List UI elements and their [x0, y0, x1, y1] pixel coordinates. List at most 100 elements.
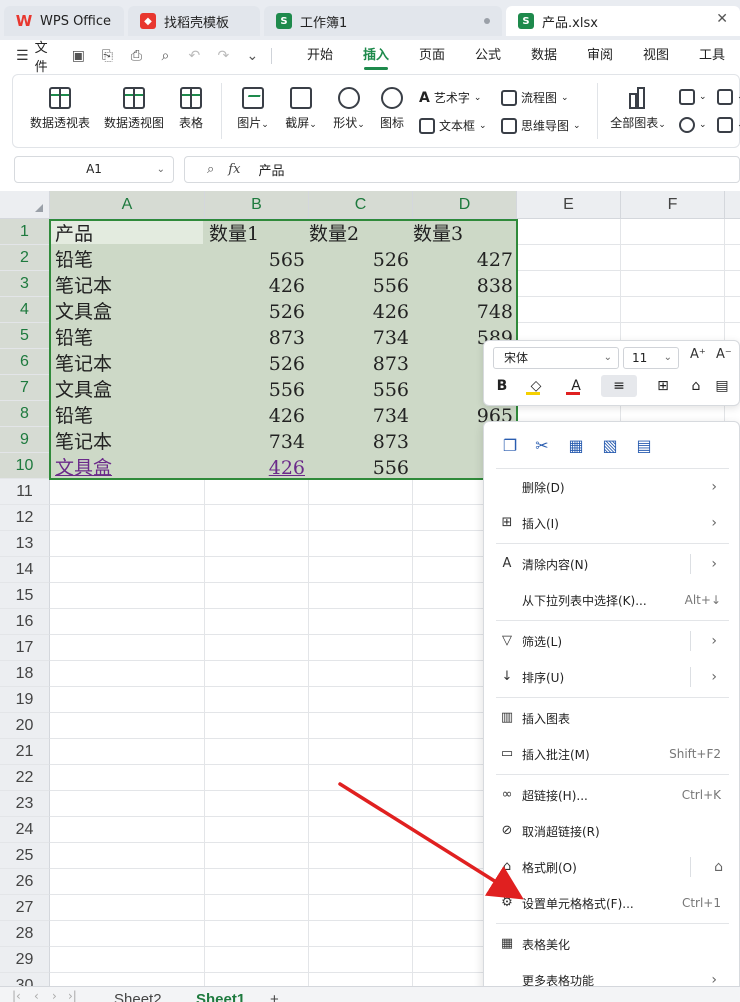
table-cell[interactable]: 铅笔	[55, 325, 203, 351]
menu-item-remove-hyperlink[interactable]: ⊘ 取消超链接(R)	[484, 813, 740, 849]
font-size-select[interactable]: 11 ⌄	[623, 347, 679, 369]
menu-item-pick-from-list[interactable]: 从下拉列表中选择(K)... Alt+↓	[484, 582, 740, 618]
next-sheet-icon[interactable]: ›	[52, 989, 57, 1002]
table-cell[interactable]: 734	[209, 429, 305, 455]
row-header[interactable]: 8	[0, 401, 50, 427]
table-cell[interactable]: 笔记本	[55, 351, 203, 377]
add-sheet-icon[interactable]: +	[270, 991, 279, 1002]
hamburger-menu-icon[interactable]: ☰	[16, 48, 29, 64]
row-header[interactable]: 24	[0, 817, 50, 843]
print-icon[interactable]: ⎙	[127, 48, 145, 64]
textbox-button[interactable]: 文本框 ⌄	[419, 117, 487, 134]
table-cell[interactable]: 数量2	[309, 221, 409, 247]
table-cell[interactable]: 数量1	[209, 221, 305, 247]
formula-bar[interactable]: ⌕ fx 产品	[184, 156, 740, 183]
chevron-down-icon[interactable]: ⌄	[243, 48, 261, 64]
bold-button[interactable]: B	[494, 375, 510, 397]
row-header[interactable]: 28	[0, 921, 50, 947]
menu-item-insert-comment[interactable]: ▭ 插入批注(M) Shift+F2	[484, 736, 740, 772]
menu-item-hyperlink[interactable]: ∞ 超链接(H)... Ctrl+K	[484, 777, 740, 813]
bar-chart-button[interactable]: ⌄	[679, 89, 707, 105]
table-cell[interactable]: 426	[209, 403, 305, 429]
table-cell[interactable]: 笔记本	[55, 273, 203, 299]
select-all-corner[interactable]	[0, 191, 50, 219]
export-icon[interactable]: ⎘	[98, 48, 116, 64]
formula-value[interactable]: 产品	[258, 160, 284, 179]
mindmap-button[interactable]: 思维导图 ⌄	[501, 117, 581, 134]
pivot-table-button[interactable]: 数据透视表	[27, 87, 93, 131]
tab-review[interactable]: 审阅	[572, 40, 628, 72]
row-header[interactable]: 30	[0, 973, 50, 986]
table-cell[interactable]: 873	[309, 429, 409, 455]
row-header[interactable]: 7	[0, 375, 50, 401]
row-header[interactable]: 29	[0, 947, 50, 973]
row-header[interactable]: 2	[0, 245, 50, 271]
more-formats-icon[interactable]: ▤	[712, 375, 732, 397]
table-cell[interactable]: 数量3	[413, 221, 513, 247]
align-center-icon[interactable]: ≡	[601, 375, 637, 397]
icon-button[interactable]: 图标	[375, 87, 409, 131]
row-header[interactable]: 13	[0, 531, 50, 557]
menu-item-delete[interactable]: 删除(D) ›	[484, 469, 740, 505]
row-header[interactable]: 27	[0, 895, 50, 921]
fill-color-icon[interactable]: ◇	[522, 375, 550, 397]
column-header-d[interactable]: D	[413, 191, 517, 219]
row-header[interactable]: 4	[0, 297, 50, 323]
tab-insert[interactable]: 插入	[348, 40, 404, 72]
close-icon[interactable]: ✕	[716, 11, 728, 27]
print-preview-icon[interactable]: ⌕	[156, 48, 174, 64]
menu-item-format-cells[interactable]: ⚙ 设置单元格格式(F)... Ctrl+1	[484, 885, 740, 921]
table-cell[interactable]: 734	[309, 403, 409, 429]
cut-icon[interactable]: ✂	[532, 436, 552, 456]
table-cell[interactable]: 556	[309, 377, 409, 403]
row-header[interactable]: 5	[0, 323, 50, 349]
menu-item-insert-chart[interactable]: ▥ 插入图表	[484, 700, 740, 736]
table-cell[interactable]: 565	[209, 247, 305, 273]
tab-formula[interactable]: 公式	[460, 40, 516, 72]
sheet-tab-sheet1[interactable]: Sheet1	[196, 991, 245, 1002]
first-sheet-icon[interactable]: |‹	[12, 989, 21, 1002]
picture-button[interactable]: 图片⌄	[231, 87, 275, 131]
paste-icon[interactable]: ▦	[566, 436, 586, 456]
column-header-b[interactable]: B	[205, 191, 309, 219]
table-cell[interactable]: 426	[209, 273, 305, 299]
table-cell[interactable]: 产品	[55, 221, 203, 247]
column-header-e[interactable]: E	[517, 191, 621, 219]
format-painter-icon[interactable]: ⌂	[686, 375, 706, 397]
table-cell[interactable]: 文具盒	[55, 377, 203, 403]
row-header[interactable]: 26	[0, 869, 50, 895]
tab-workbook1[interactable]: S 工作簿1	[264, 6, 502, 36]
font-color-icon[interactable]: A	[562, 375, 590, 397]
row-header[interactable]: 1	[0, 219, 50, 245]
table-cell[interactable]: 838	[413, 273, 513, 299]
table-cell[interactable]: 873	[309, 351, 409, 377]
table-cell[interactable]: 426	[209, 455, 305, 481]
table-cell[interactable]: 556	[209, 377, 305, 403]
borders-icon[interactable]: ⊞	[648, 375, 678, 397]
tab-template[interactable]: ◆ 找稻壳模板	[128, 6, 260, 36]
pivot-chart-button[interactable]: 数据透视图	[101, 87, 167, 131]
table-cell[interactable]: 笔记本	[55, 429, 203, 455]
column-header-c[interactable]: C	[309, 191, 413, 219]
table-cell[interactable]: 426	[309, 299, 409, 325]
paste-special-icon[interactable]: ▤	[634, 436, 654, 456]
screenshot-button[interactable]: 截屏⌄	[279, 87, 323, 131]
flowchart-button[interactable]: 流程图 ⌄	[501, 89, 569, 106]
tab-wps-office[interactable]: W WPS Office	[4, 6, 124, 36]
menu-item-clear-contents[interactable]: A 清除内容(N) ›	[484, 546, 740, 582]
last-sheet-icon[interactable]: ›|	[68, 989, 77, 1002]
table-cell[interactable]: 526	[309, 247, 409, 273]
row-header[interactable]: 11	[0, 479, 50, 505]
wordart-button[interactable]: A 艺术字 ⌄	[419, 89, 481, 106]
prev-sheet-icon[interactable]: ‹	[34, 989, 39, 1002]
table-cell[interactable]: 734	[309, 325, 409, 351]
table-cell[interactable]: 文具盒	[55, 299, 203, 325]
chevron-down-icon[interactable]: ⌄	[664, 348, 672, 368]
tab-tools[interactable]: 工具	[684, 40, 740, 72]
row-header[interactable]: 3	[0, 271, 50, 297]
menu-item-sort[interactable]: ↓ 排序(U) ›	[484, 659, 740, 695]
save-icon[interactable]: ▣	[69, 48, 87, 64]
row-header[interactable]: 23	[0, 791, 50, 817]
zoom-icon[interactable]: ⌕	[207, 162, 214, 177]
paste-text-icon[interactable]: ▧	[600, 436, 620, 456]
